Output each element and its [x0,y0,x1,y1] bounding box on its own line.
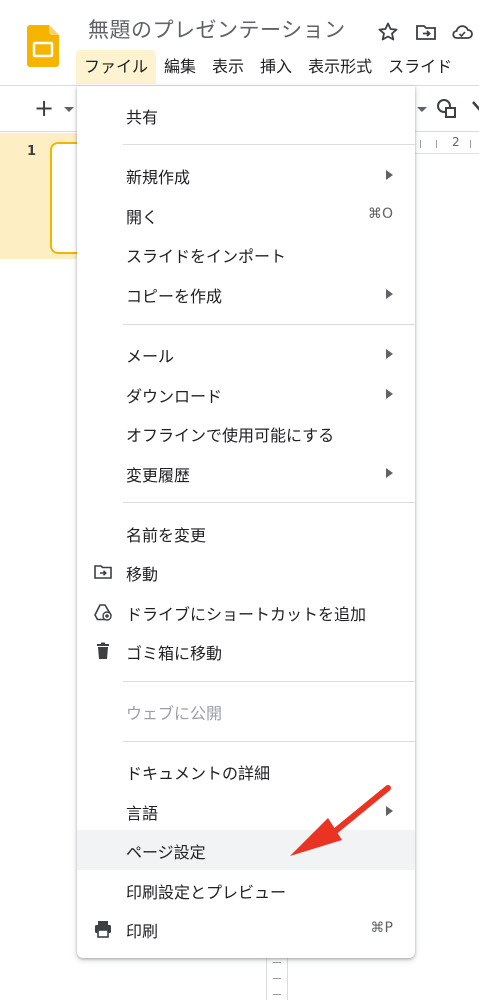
menu-bar: ファイル 編集 表示 挿入 表示形式 スライド [76,50,460,84]
move-to-folder-icon[interactable] [414,20,438,44]
menu-item-label: 言語 [126,804,159,823]
menu-format[interactable]: 表示形式 [300,50,380,84]
menu-insert[interactable]: 挿入 [252,50,300,84]
menu-item-label: 開く [126,208,159,227]
menu-item-open[interactable]: 開く ⌘O [77,195,415,235]
shortcut-hint: ⌘P [370,920,393,936]
submenu-arrow-icon [386,389,393,399]
new-slide-dropdown-icon[interactable] [64,107,74,112]
annotation-arrow [290,785,391,856]
star-icon[interactable] [376,20,400,44]
menu-slide[interactable]: スライド [380,50,460,84]
menu-item-make-copy[interactable]: コピーを作成 [77,274,415,314]
trash-icon [97,642,109,659]
menu-item-print-preview[interactable]: 印刷設定とプレビュー [77,870,415,910]
submenu-arrow-icon [386,349,393,359]
menu-view[interactable]: 表示 [204,50,252,84]
menu-item-download[interactable]: ダウンロード [77,374,415,414]
menu-divider [123,324,415,325]
menu-edit[interactable]: 編集 [156,50,204,84]
menu-item-label: 新規作成 [126,168,191,187]
menu-item-rename[interactable]: 名前を変更 [77,513,415,553]
menu-item-label: スライドをインポート [126,247,287,266]
menu-item-label: 印刷設定とプレビュー [126,883,287,902]
menu-divider [123,144,415,145]
menu-item-label: ゴミ箱に移動 [126,644,223,663]
menu-file[interactable]: ファイル [76,50,157,84]
menu-divider [123,681,415,682]
menu-item-move[interactable]: 移動 [77,552,415,592]
menu-item-label: コピーを作成 [126,287,223,306]
menu-item-label: ページ設定 [126,843,206,862]
submenu-arrow-icon [386,289,393,299]
menu-divider [123,502,415,503]
menu-item-move-to-trash[interactable]: ゴミ箱に移動 [77,631,415,671]
menu-item-label: 変更履歴 [126,466,191,485]
menu-item-label: ドライブにショートカットを追加 [126,605,367,624]
move-folder-icon [94,565,112,579]
menu-item-make-offline[interactable]: オフラインで使用可能にする [77,413,415,453]
slides-logo-icon[interactable] [27,25,59,67]
vertical-ruler [266,954,288,1000]
submenu-arrow-icon [386,170,393,180]
shortcut-hint: ⌘O [367,206,393,222]
drive-shortcut-icon [94,604,112,621]
submenu-arrow-icon [386,468,393,478]
menu-item-label: メール [126,347,175,366]
horizontal-ruler: 2 [412,132,479,154]
menu-item-share[interactable]: 共有 [77,95,415,135]
menu-item-print[interactable]: 印刷 ⌘P [77,909,415,949]
ruler-number: 2 [452,135,460,149]
menu-item-label: 名前を変更 [126,526,207,545]
menu-item-label: ウェブに公開 [126,704,223,723]
document-title[interactable]: 無題のプレゼンテーション [88,14,346,44]
menu-divider [123,741,415,742]
slide-number: 1 [27,144,37,159]
menu-item-new[interactable]: 新規作成 [77,155,415,195]
print-icon [95,921,111,938]
menu-item-label: 印刷 [126,922,159,941]
app-header: 無題のプレゼンテーション ファイル 編集 表示 挿入 表示形式 スライド [0,0,479,86]
select-dropdown-icon[interactable] [417,107,427,112]
line-icon[interactable] [470,96,479,120]
menu-item-add-shortcut[interactable]: ドライブにショートカットを追加 [77,592,415,632]
menu-item-label: ドキュメントの詳細 [126,764,271,783]
menu-item-label: 共有 [126,108,159,127]
cloud-status-icon[interactable] [450,20,474,44]
menu-item-label: オフラインで使用可能にする [126,426,335,445]
menu-item-label: 移動 [126,565,159,584]
menu-item-email[interactable]: メール [77,334,415,374]
new-slide-button[interactable]: + [34,95,54,121]
menu-item-publish-to-web: ウェブに公開 [77,691,415,731]
menu-item-import-slides[interactable]: スライドをインポート [77,234,415,274]
menu-item-label: ダウンロード [126,387,223,406]
shape-icon[interactable] [434,96,458,120]
menu-item-version-history[interactable]: 変更履歴 [77,453,415,493]
